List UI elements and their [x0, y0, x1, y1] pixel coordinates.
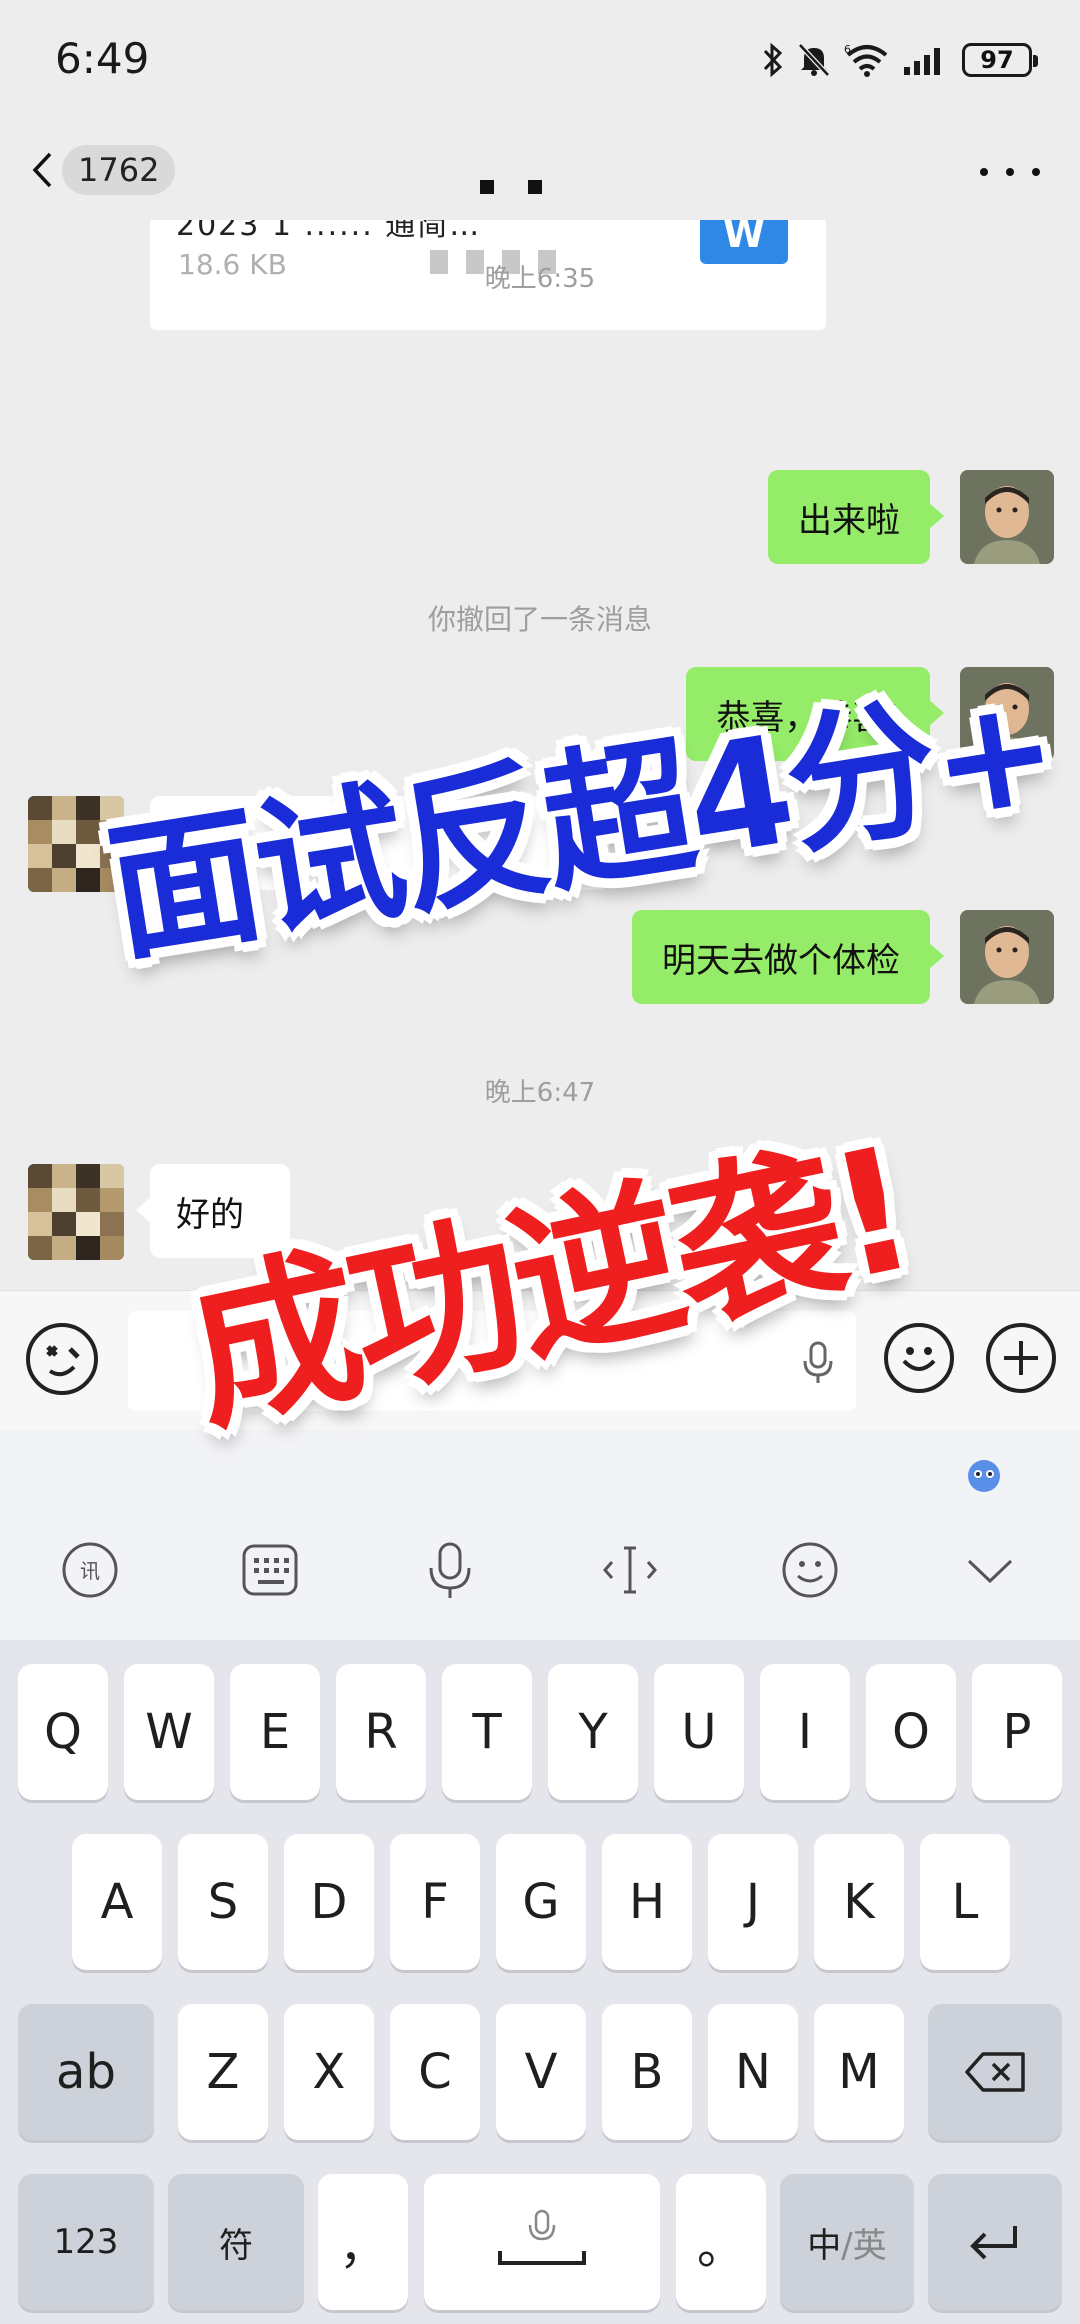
svg-text:讯: 讯 [80, 1559, 100, 1583]
key-numbers-label: 123 [53, 2222, 119, 2262]
key-q[interactable]: Q [18, 1664, 108, 1800]
key-w[interactable]: W [124, 1664, 214, 1800]
assistant-icon[interactable] [964, 1456, 1004, 1496]
key-shift-ab[interactable]: ab [18, 2004, 154, 2140]
unread-count-badge: 1762 [62, 145, 176, 195]
microphone-icon [429, 1542, 471, 1598]
key-symbols[interactable]: 符 [168, 2174, 304, 2310]
status-bar: 6:49 6 97 [0, 0, 1080, 120]
key-f[interactable]: F [390, 1834, 480, 1970]
key-j[interactable]: J [708, 1834, 798, 1970]
backspace-icon [965, 2052, 1025, 2092]
key-t[interactable]: T [442, 1664, 532, 1800]
battery-icon: 97 [962, 43, 1038, 77]
emoji-panel-button[interactable] [780, 1540, 840, 1600]
keyboard: Q W E R T Y U I O P A S D F G H J K L ab… [0, 1640, 1080, 2324]
chat-title [480, 180, 542, 194]
voice-mode-button[interactable] [26, 1323, 98, 1395]
chat-header: 1762 [0, 120, 1080, 220]
status-time: 6:49 [55, 34, 150, 83]
avatar-self[interactable] [960, 470, 1054, 564]
key-l[interactable]: L [920, 1834, 1010, 1970]
voice-mode-icon [46, 1345, 80, 1377]
key-d[interactable]: D [284, 1834, 374, 1970]
cursor-icon [603, 1546, 657, 1594]
avatar-self[interactable] [960, 910, 1054, 1004]
key-i[interactable]: I [760, 1664, 850, 1800]
key-comma[interactable]: ， [318, 2174, 408, 2310]
key-g[interactable]: G [496, 1834, 586, 1970]
key-r[interactable]: R [336, 1664, 426, 1800]
key-u[interactable]: U [654, 1664, 744, 1800]
message-bubble-outgoing[interactable]: 明天去做个体检 [632, 910, 944, 1004]
lang-alt-label: /英 [841, 2225, 887, 2266]
key-p[interactable]: P [972, 1664, 1062, 1800]
key-x[interactable]: X [284, 2004, 374, 2140]
keyboard-switch-button[interactable] [240, 1540, 300, 1600]
more-actions-button[interactable] [986, 1323, 1056, 1393]
message-bubble-outgoing[interactable]: 出来啦 [768, 470, 944, 564]
emoji-icon [782, 1542, 838, 1598]
keyboard-toolbar: 讯 [0, 1430, 1080, 1640]
enter-icon [970, 2226, 1017, 2260]
status-icons: 6 97 [762, 40, 1038, 80]
key-n[interactable]: N [708, 2004, 798, 2140]
cursor-button[interactable] [600, 1540, 660, 1600]
key-enter[interactable] [928, 2174, 1062, 2310]
mute-bell-icon [798, 43, 830, 77]
key-z[interactable]: Z [178, 2004, 268, 2140]
key-period[interactable]: 。 [676, 2174, 766, 2310]
plus-icon [1004, 1341, 1038, 1375]
emoji-icon [902, 1347, 936, 1371]
microphone-icon[interactable] [802, 1341, 834, 1385]
key-m[interactable]: M [814, 2004, 904, 2140]
key-numbers[interactable]: 123 [18, 2174, 154, 2310]
collapse-keyboard-button[interactable] [960, 1540, 1020, 1600]
battery-level: 97 [980, 46, 1014, 74]
key-symbols-label: 符 [219, 2225, 253, 2266]
key-s[interactable]: S [178, 1834, 268, 1970]
xunfei-icon: 讯 [62, 1542, 118, 1598]
time-stamp: 晚上6:35 [484, 264, 596, 294]
key-b[interactable]: B [602, 2004, 692, 2140]
key-language-switch[interactable]: 中/英 [780, 2174, 914, 2310]
collapse-chevron-icon [967, 1559, 1013, 1584]
key-space[interactable] [424, 2174, 660, 2310]
time-stamp: 晚上6:47 [484, 1078, 596, 1108]
key-h[interactable]: H [602, 1834, 692, 1970]
file-name: 2023 1 ...... 通简… [176, 220, 482, 243]
key-v[interactable]: V [496, 2004, 586, 2140]
chevron-left-icon [32, 152, 52, 188]
avatar-contact[interactable] [28, 1164, 124, 1260]
key-a[interactable]: A [72, 1834, 162, 1970]
back-button[interactable]: 1762 [32, 140, 176, 200]
bluetooth-icon [763, 42, 783, 78]
voice-input-button[interactable] [420, 1540, 480, 1600]
key-o[interactable]: O [866, 1664, 956, 1800]
svg-text:6: 6 [844, 43, 851, 56]
wifi-6-icon: 6 [844, 43, 888, 77]
xunfei-button[interactable]: 讯 [60, 1540, 120, 1600]
keyboard-icon [242, 1544, 298, 1596]
more-button[interactable] [980, 162, 1040, 182]
key-c[interactable]: C [390, 2004, 480, 2140]
lang-main-label: 中 [807, 2225, 842, 2266]
recall-notice: 你撤回了一条消息 [427, 603, 652, 636]
key-backspace[interactable] [928, 2004, 1062, 2140]
signal-icon [904, 48, 940, 75]
key-y[interactable]: Y [548, 1664, 638, 1800]
emoji-button[interactable] [884, 1323, 954, 1393]
space-mic-icon [498, 2209, 586, 2265]
key-e[interactable]: E [230, 1664, 320, 1800]
key-k[interactable]: K [814, 1834, 904, 1970]
